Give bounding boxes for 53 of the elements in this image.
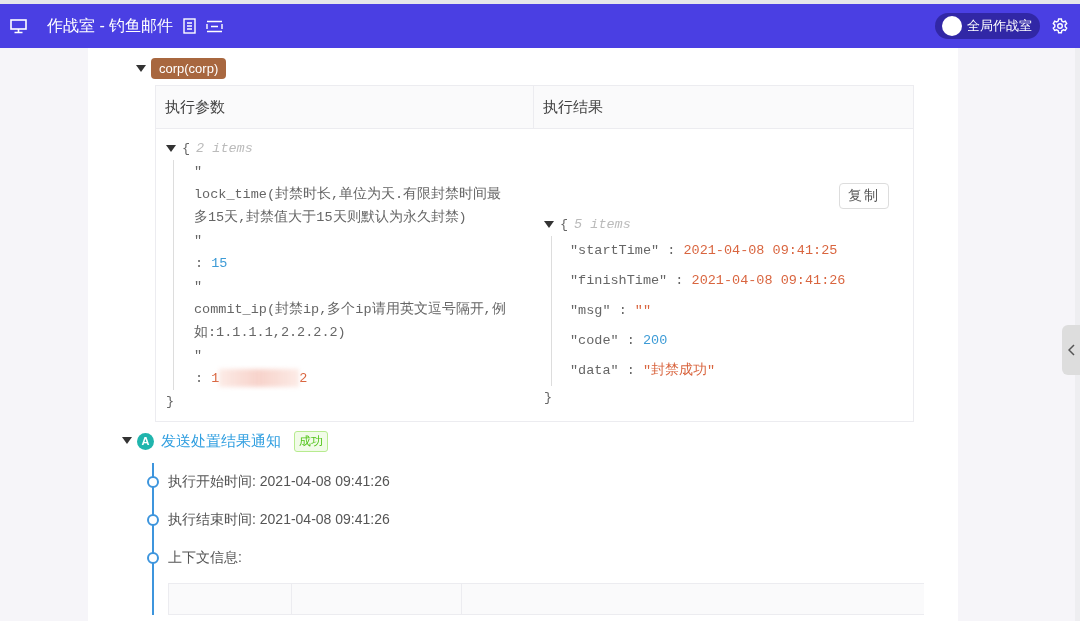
- json-value: 2: [299, 371, 308, 386]
- status-badge: 成功: [294, 430, 328, 452]
- brace: {: [560, 216, 569, 234]
- json-value: 15: [211, 256, 228, 271]
- node-badge: corp(corp): [151, 58, 227, 79]
- collapse-handle[interactable]: [1062, 325, 1080, 375]
- separator: :: [626, 333, 635, 348]
- settings-icon[interactable]: [1052, 18, 1068, 34]
- step-avatar: A: [137, 432, 154, 450]
- separator: :: [618, 303, 627, 318]
- timeline-text: 执行开始时间: 2021-04-08 09:41:26: [168, 473, 390, 491]
- json-key: "data": [570, 363, 619, 378]
- quote-mark: ": [194, 164, 203, 179]
- separator: :: [195, 256, 204, 271]
- column-header: 执行结果: [534, 86, 913, 129]
- item-count: 5 items: [574, 216, 631, 234]
- json-key: "code": [570, 333, 619, 348]
- timeline-text: 上下文信息:: [168, 549, 242, 567]
- timeline-text: 执行结束时间: 2021-04-08 09:41:26: [168, 511, 390, 529]
- separator: :: [667, 243, 676, 258]
- json-value: 2021-04-08 09:41:25: [683, 243, 838, 258]
- separator: :: [626, 363, 635, 378]
- brace: {: [182, 140, 191, 158]
- caret-icon[interactable]: [544, 220, 554, 229]
- brace: }: [166, 394, 175, 409]
- json-value: 1: [211, 371, 220, 386]
- caret-icon[interactable]: [166, 144, 176, 153]
- column-header: 执行参数: [156, 86, 534, 129]
- json-key: commit_ip(封禁ip,多个ip请用英文逗号隔开,例如:1.1.1.1,2.2.2.2): [194, 298, 514, 344]
- separator: :: [195, 371, 204, 386]
- json-value: "": [634, 303, 652, 318]
- json-value: "封禁成功": [642, 363, 716, 378]
- quote-mark: ": [194, 233, 203, 248]
- json-value: 2021-04-08 09:41:26: [691, 273, 846, 288]
- list-icon[interactable]: [206, 19, 224, 33]
- caret-icon[interactable]: [136, 64, 146, 73]
- separator: :: [675, 273, 684, 288]
- caret-icon[interactable]: [122, 437, 132, 445]
- copy-button[interactable]: 复制: [839, 183, 889, 209]
- chevron-left-icon: [1067, 344, 1075, 356]
- json-key: lock_time(封禁时长,单位为天.有限封禁时间最多15天,封禁值大于15天则默认为永久封禁): [194, 183, 514, 229]
- brace: }: [544, 390, 553, 405]
- json-key: "finishTime": [570, 273, 668, 288]
- document-icon[interactable]: [183, 18, 197, 34]
- json-key: "startTime": [570, 243, 660, 258]
- global-room-toggle[interactable]: 全局作战室: [935, 13, 1040, 39]
- json-value: 200: [642, 333, 668, 348]
- json-key: "msg": [570, 303, 611, 318]
- monitor-icon: [10, 18, 27, 34]
- item-count: 2 items: [196, 140, 253, 158]
- window-title: 作战室 - 钓鱼邮件: [47, 15, 174, 36]
- quote-mark: ": [194, 348, 203, 363]
- quote-mark: ": [194, 279, 203, 294]
